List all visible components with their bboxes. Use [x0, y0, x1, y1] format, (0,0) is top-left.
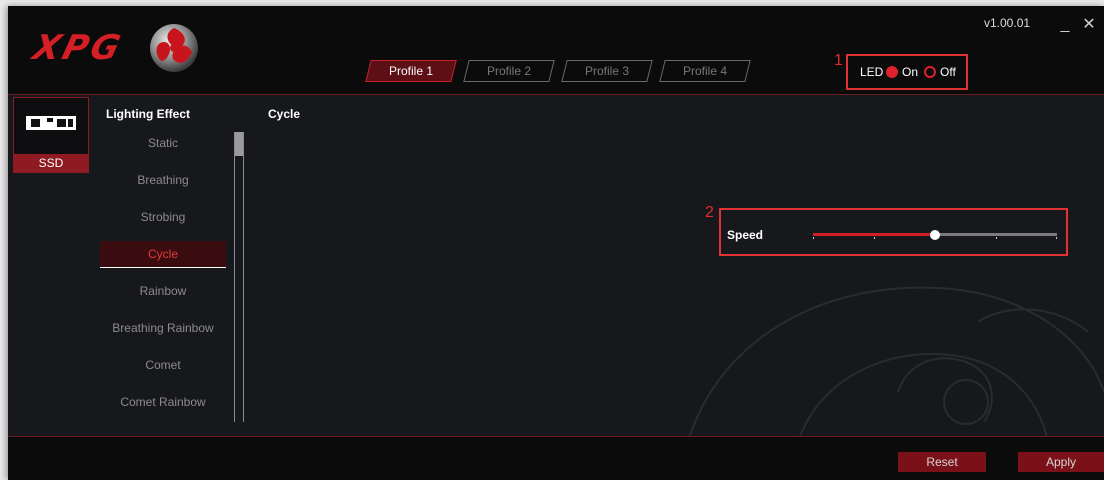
lighting-effect-title: Lighting Effect: [106, 107, 190, 121]
tab-profile-4[interactable]: Profile 4: [659, 60, 751, 82]
tab-profile-3[interactable]: Profile 3: [561, 60, 653, 82]
slider-fill: [813, 233, 935, 236]
device-label: SSD: [14, 154, 88, 172]
xpg-logo: XPG: [29, 28, 128, 68]
reset-button[interactable]: Reset: [898, 452, 986, 472]
slider-tick: [1055, 237, 1057, 239]
led-control-box: LED On Off: [846, 54, 968, 90]
minimize-button[interactable]: _: [1054, 12, 1076, 38]
effect-item-strobing[interactable]: Strobing: [100, 204, 226, 230]
scrollbar-thumb[interactable]: [235, 132, 243, 156]
effect-list-scrollbar[interactable]: [234, 132, 244, 422]
header-divider: [8, 94, 1104, 95]
version-label: v1.00.01: [984, 16, 1031, 30]
tab-label: Profile 4: [682, 64, 728, 78]
led-label: LED: [860, 65, 884, 79]
effect-item-static[interactable]: Static: [100, 130, 226, 156]
slider-handle[interactable]: [930, 230, 940, 240]
slider-tick: [813, 237, 814, 239]
tab-label: Profile 3: [584, 64, 630, 78]
led-off-label: Off: [940, 65, 956, 79]
led-on-radio[interactable]: [886, 66, 898, 78]
xpg-emblem-icon: [150, 24, 198, 72]
speed-control-box: Speed: [719, 208, 1068, 256]
led-off-radio[interactable]: [924, 66, 936, 78]
effect-item-breathing[interactable]: Breathing: [100, 167, 226, 193]
effect-item-cycle[interactable]: Cycle: [100, 241, 226, 268]
slider-tick: [874, 237, 875, 239]
selected-effect-title: Cycle: [268, 107, 301, 121]
apply-button[interactable]: Apply: [1018, 452, 1104, 472]
speed-label: Speed: [727, 228, 764, 242]
effect-item-comet[interactable]: Comet: [100, 352, 226, 378]
slider-tick: [996, 237, 997, 239]
tab-label: Profile 2: [486, 64, 532, 78]
led-on-label: On: [902, 65, 919, 79]
effect-item-comet-rainbow[interactable]: Comet Rainbow: [100, 389, 226, 415]
tab-label: Profile 1: [388, 64, 434, 78]
annotation-number-1: 1: [834, 52, 843, 69]
annotation-number-2: 2: [705, 204, 714, 221]
app-window: XPG v1.00.01 _ ✕ Profile 1 Profile 2 Pro…: [8, 6, 1104, 480]
tab-profile-1[interactable]: Profile 1: [365, 60, 457, 82]
effect-item-breathing-rainbow[interactable]: Breathing Rainbow: [100, 315, 226, 341]
xpg-watermark-icon: [687, 286, 1104, 442]
tab-profile-2[interactable]: Profile 2: [463, 60, 555, 82]
speed-slider[interactable]: [813, 230, 1057, 240]
close-button[interactable]: ✕: [1078, 12, 1100, 38]
title-bar: XPG v1.00.01 _ ✕ Profile 1 Profile 2 Pro…: [8, 6, 1104, 94]
effect-item-rainbow[interactable]: Rainbow: [100, 278, 226, 304]
device-ssd-card[interactable]: SSD: [13, 97, 89, 173]
ssd-icon: [26, 116, 76, 130]
